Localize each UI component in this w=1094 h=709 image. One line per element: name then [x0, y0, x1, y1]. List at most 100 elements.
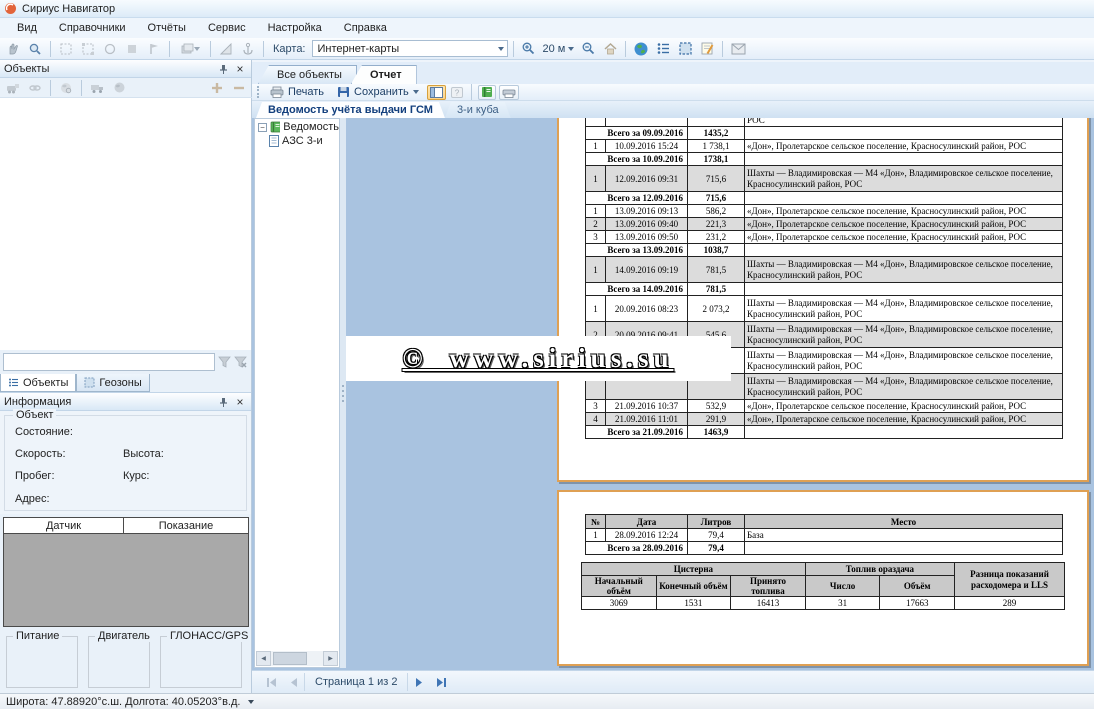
- tree-item-vedomost[interactable]: − Ведомость: [255, 119, 339, 133]
- link-objects-icon[interactable]: [25, 78, 45, 97]
- page-icon: [269, 135, 279, 147]
- report-tree-panel: − Ведомость АЗС 3-и ◀ ▶: [254, 118, 340, 668]
- help-button[interactable]: ?: [449, 85, 465, 100]
- remove-icon[interactable]: [229, 78, 249, 97]
- tab-all-objects[interactable]: Все объекты: [258, 65, 357, 84]
- ruler-icon[interactable]: [216, 39, 236, 58]
- table-cell: [745, 283, 1063, 296]
- table-cell: [745, 542, 1063, 555]
- map-select[interactable]: Интернет-карты: [312, 40, 508, 57]
- pan-hand-icon[interactable]: [3, 39, 23, 58]
- menu-spravochniki[interactable]: Справочники: [48, 19, 137, 37]
- last-page-icon[interactable]: [430, 673, 452, 691]
- sensor-table: Датчик Показание: [3, 517, 249, 627]
- reading-column-header: Показание: [124, 518, 248, 533]
- zoom-in-icon[interactable]: [519, 39, 539, 58]
- table-cell: 13.09.2016 09:40: [606, 218, 688, 231]
- circle-geozone-icon[interactable]: [100, 39, 120, 58]
- table-cell: 12.09.2016 09:31: [606, 166, 688, 192]
- tab-report[interactable]: Отчет: [351, 65, 417, 84]
- table-cell: 1463,9: [688, 426, 745, 439]
- first-page-icon[interactable]: [260, 673, 282, 691]
- count-header: Число: [805, 576, 880, 597]
- globe-small-icon[interactable]: [109, 78, 129, 97]
- close-icon[interactable]: ×: [233, 396, 247, 408]
- tree-horizontal-scrollbar[interactable]: ◀ ▶: [256, 651, 338, 666]
- doc-tab-kuba[interactable]: 3-и куба: [445, 102, 511, 118]
- table-cell: 13.09.2016 09:50: [606, 231, 688, 244]
- anchor-icon[interactable]: [238, 39, 258, 58]
- toggle-parameters-button[interactable]: [427, 85, 446, 100]
- scrollbar-thumb[interactable]: [273, 652, 307, 665]
- search-icon[interactable]: [25, 39, 45, 58]
- zoom-out-icon[interactable]: [578, 39, 598, 58]
- add-icon[interactable]: [207, 78, 227, 97]
- globe-search-icon[interactable]: [56, 78, 76, 97]
- objects-toolbar: [0, 78, 252, 98]
- tab-objects[interactable]: Объекты: [0, 374, 76, 392]
- edit-geozone-icon[interactable]: [78, 39, 98, 58]
- application-window: Сириус Навигатор Вид Справочники Отчёты …: [0, 0, 1094, 709]
- table-cell: 3: [586, 400, 606, 413]
- object-filter-input[interactable]: [3, 353, 215, 371]
- print-preview-button[interactable]: [499, 85, 519, 100]
- previous-page-icon[interactable]: [282, 673, 304, 691]
- mail-icon[interactable]: [728, 39, 748, 58]
- objects-sidebar: Объекты × Объекты: [0, 60, 252, 693]
- print-button-label: Печать: [288, 86, 324, 98]
- window-title: Сириус Навигатор: [22, 3, 115, 15]
- pin-icon[interactable]: [219, 397, 233, 407]
- next-page-icon[interactable]: [408, 673, 430, 691]
- scroll-left-icon[interactable]: ◀: [256, 651, 271, 666]
- table-row: 112.09.2016 09:31715,6Шахты — Владимиров…: [586, 166, 1063, 192]
- tree-item-vedomost-label: Ведомость: [283, 121, 339, 133]
- notes-icon[interactable]: [697, 39, 717, 58]
- height-label: Высота:: [123, 448, 164, 460]
- tab-geozones-label: Геозоны: [99, 377, 141, 389]
- square-geozone-icon[interactable]: [122, 39, 142, 58]
- menu-nastroyka[interactable]: Настройка: [257, 19, 333, 37]
- report-view-button[interactable]: [478, 85, 496, 100]
- clear-filter-icon[interactable]: [234, 356, 247, 368]
- pin-icon[interactable]: [219, 64, 233, 74]
- report-preview[interactable]: РОСВсего за 09.09.20161435,2110.09.2016 …: [346, 118, 1094, 670]
- menu-bar: Вид Справочники Отчёты Сервис Настройка …: [0, 18, 1094, 38]
- fuel-issue-table: РОСВсего за 09.09.20161435,2110.09.2016 …: [585, 118, 1063, 439]
- menu-servis[interactable]: Сервис: [197, 19, 257, 37]
- objects-list[interactable]: [0, 98, 251, 350]
- tree-item-azs[interactable]: АЗС 3-и: [255, 133, 339, 147]
- status-dropdown-icon[interactable]: [248, 700, 254, 704]
- collapse-icon[interactable]: −: [258, 123, 267, 132]
- print-button[interactable]: Печать: [265, 85, 329, 100]
- table-cell: 291,9: [688, 413, 745, 426]
- sensor-column-header: Датчик: [4, 518, 124, 533]
- object-group-label: Объект: [13, 409, 56, 421]
- menu-otchety[interactable]: Отчёты: [137, 19, 197, 37]
- menu-spravka[interactable]: Справка: [333, 19, 398, 37]
- table-cell: База: [745, 529, 1063, 542]
- save-button[interactable]: Сохранить: [332, 85, 424, 100]
- table-row: Всего за 21.09.20161463,9: [586, 426, 1063, 439]
- truck-icon[interactable]: [87, 78, 107, 97]
- draw-geozone-icon[interactable]: [56, 39, 76, 58]
- flag-icon[interactable]: [144, 39, 164, 58]
- add-object-icon[interactable]: [3, 78, 23, 97]
- zoom-level-select[interactable]: 20 м: [541, 43, 577, 55]
- object-list-icon[interactable]: [653, 39, 673, 58]
- filter-icon[interactable]: [218, 356, 231, 368]
- layers-icon[interactable]: [175, 39, 205, 58]
- menu-vid[interactable]: Вид: [6, 19, 48, 37]
- home-icon[interactable]: [600, 39, 620, 58]
- doc-tab-vedomost[interactable]: Ведомость учёта выдачи ГСМ: [256, 102, 445, 118]
- tab-geozones[interactable]: Геозоны: [76, 374, 149, 392]
- geozone-panel-icon[interactable]: [675, 39, 695, 58]
- scroll-right-icon[interactable]: ▶: [323, 651, 338, 666]
- map-select-value: Интернет-карты: [318, 43, 400, 55]
- watermark: © www.sirius.su: [346, 336, 731, 381]
- globe-icon[interactable]: [631, 39, 651, 58]
- table-cell: 2: [586, 218, 606, 231]
- table-cell: 586,2: [688, 205, 745, 218]
- table-cell: 532,9: [688, 400, 745, 413]
- close-icon[interactable]: ×: [233, 63, 247, 75]
- sensor-table-body[interactable]: [4, 534, 248, 626]
